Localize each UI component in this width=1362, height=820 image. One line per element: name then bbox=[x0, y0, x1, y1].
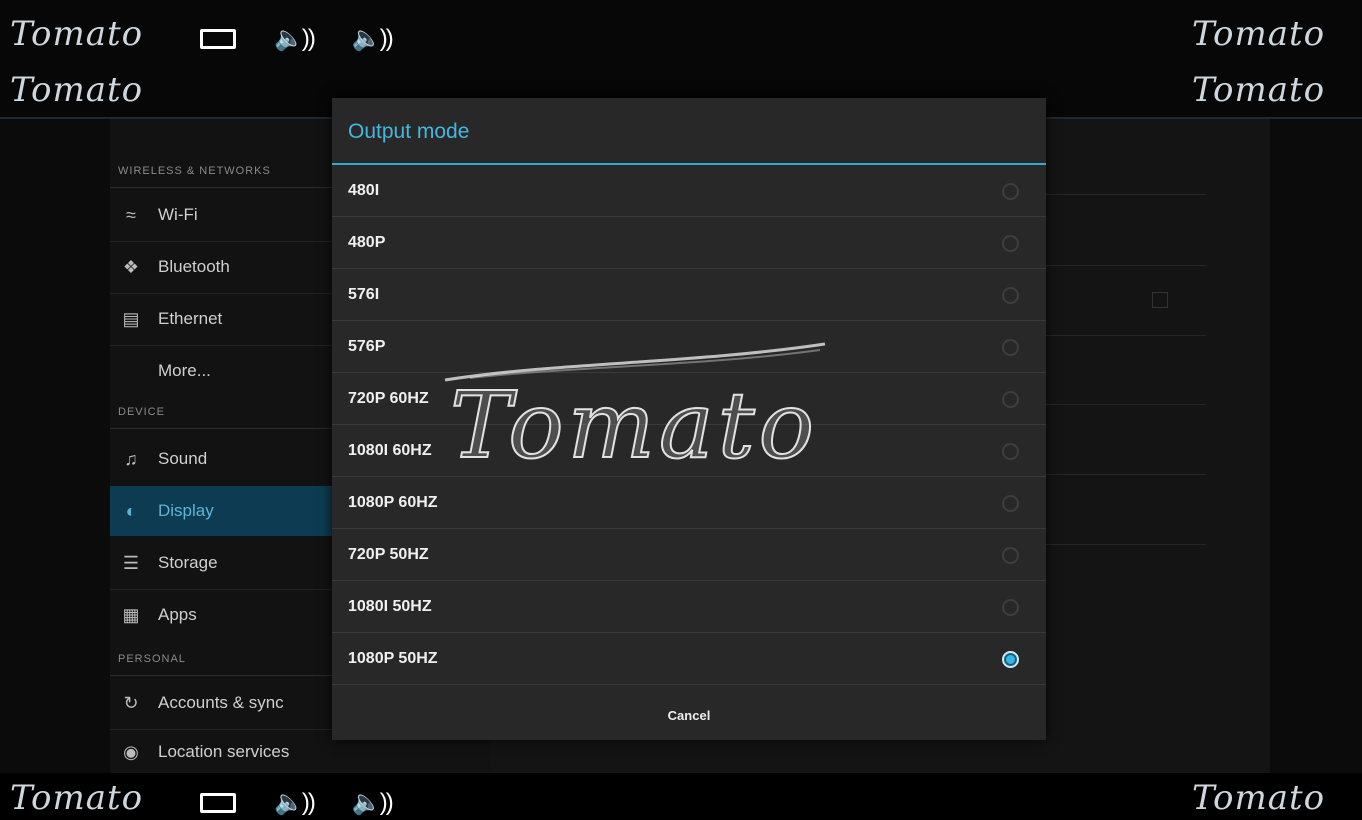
detail-divider bbox=[1046, 544, 1206, 545]
radio-button[interactable] bbox=[1002, 183, 1019, 200]
location-icon: ◉ bbox=[123, 741, 139, 762]
sidebar-item-label: Apps bbox=[158, 605, 197, 624]
detail-divider bbox=[1046, 194, 1206, 195]
option-label: 576I bbox=[348, 286, 380, 303]
watermark-top-right-2: Tomato bbox=[1192, 70, 1326, 110]
option-480p[interactable]: 480P bbox=[332, 217, 1046, 269]
option-720p-60hz[interactable]: 720P 60HZ bbox=[332, 373, 1046, 425]
apps-icon: ▦ bbox=[122, 604, 140, 625]
radio-button[interactable] bbox=[1002, 235, 1019, 252]
volume-down-icon[interactable]: 🔈)) bbox=[274, 24, 316, 53]
option-label: 480I bbox=[348, 182, 380, 199]
radio-button-selected[interactable] bbox=[1002, 651, 1019, 668]
sidebar-item-label: Bluetooth bbox=[158, 257, 230, 276]
radio-button[interactable] bbox=[1002, 391, 1019, 408]
radio-button[interactable] bbox=[1002, 287, 1019, 304]
volume-down-icon[interactable]: 🔈)) bbox=[274, 788, 316, 817]
watermark-bottom-right: Tomato bbox=[1192, 778, 1326, 818]
detail-divider bbox=[1046, 335, 1206, 336]
output-mode-dialog: Output mode 480I 480P 576I 576P 720P 60H… bbox=[332, 98, 1046, 740]
sidebar-item-label: Ethernet bbox=[158, 309, 223, 328]
radio-button[interactable] bbox=[1002, 443, 1019, 460]
option-label: 576P bbox=[348, 338, 386, 355]
option-label: 480P bbox=[348, 234, 386, 251]
recent-apps-icon[interactable] bbox=[200, 28, 236, 49]
option-label: 1080I 60HZ bbox=[348, 442, 432, 459]
cancel-button[interactable]: Cancel bbox=[332, 690, 1046, 740]
section-header-wireless: WIRELESS & NETWORKS bbox=[118, 165, 271, 177]
radio-button[interactable] bbox=[1002, 547, 1019, 564]
bluetooth-icon: ❖ bbox=[122, 256, 140, 277]
option-1080p-60hz[interactable]: 1080P 60HZ bbox=[332, 477, 1046, 529]
bottom-nav-icons: 🔈)) 🔈)) bbox=[200, 788, 394, 817]
sidebar-item-label: Display bbox=[158, 501, 214, 520]
sidebar-item-label: Storage bbox=[158, 553, 218, 572]
radio-button[interactable] bbox=[1002, 339, 1019, 356]
option-label: 1080P 60HZ bbox=[348, 494, 438, 511]
watermark-top-left-2: Tomato bbox=[10, 70, 144, 110]
storage-icon: ☰ bbox=[122, 552, 140, 573]
sidebar-item-label: Accounts & sync bbox=[158, 693, 284, 712]
sidebar-item-label: More... bbox=[158, 361, 211, 380]
sidebar-item-label: Location services bbox=[158, 742, 290, 761]
option-label: 720P 50HZ bbox=[348, 546, 429, 563]
option-720p-50hz[interactable]: 720P 50HZ bbox=[332, 529, 1046, 581]
radio-button[interactable] bbox=[1002, 495, 1019, 512]
watermark-top-right: Tomato bbox=[1192, 14, 1326, 54]
option-1080p-50hz[interactable]: 1080P 50HZ bbox=[332, 633, 1046, 685]
wifi-icon: ≈ bbox=[126, 204, 136, 225]
option-label: 720P 60HZ bbox=[348, 390, 429, 407]
option-1080i-60hz[interactable]: 1080I 60HZ bbox=[332, 425, 1046, 477]
volume-up-icon[interactable]: 🔈)) bbox=[352, 24, 394, 53]
option-576p[interactable]: 576P bbox=[332, 321, 1046, 373]
top-status-icons: 🔈)) 🔈)) bbox=[200, 24, 394, 53]
detail-divider bbox=[1046, 474, 1206, 475]
option-label: 1080P 50HZ bbox=[348, 650, 438, 667]
detail-divider bbox=[1046, 404, 1206, 405]
dialog-title: Output mode bbox=[348, 120, 470, 143]
radio-button[interactable] bbox=[1002, 599, 1019, 616]
watermark-top-left: Tomato bbox=[10, 14, 144, 54]
option-label: 1080I 50HZ bbox=[348, 598, 432, 615]
sync-icon: ↻ bbox=[123, 692, 139, 713]
option-1080i-50hz[interactable]: 1080I 50HZ bbox=[332, 581, 1046, 633]
sound-icon: ♫ bbox=[124, 448, 138, 469]
option-576i[interactable]: 576I bbox=[332, 269, 1046, 321]
display-icon: ◐ bbox=[125, 500, 137, 521]
watermark-bottom-left: Tomato bbox=[10, 778, 144, 818]
detail-checkbox[interactable] bbox=[1152, 292, 1168, 308]
volume-up-icon[interactable]: 🔈)) bbox=[352, 788, 394, 817]
section-header-personal: PERSONAL bbox=[118, 653, 186, 665]
sidebar-item-label: Wi-Fi bbox=[158, 205, 198, 224]
section-header-device: DEVICE bbox=[118, 406, 165, 418]
option-divider bbox=[332, 684, 1046, 685]
recent-apps-icon[interactable] bbox=[200, 792, 236, 813]
sidebar-item-label: Sound bbox=[158, 449, 208, 468]
detail-divider bbox=[1046, 265, 1206, 266]
option-480i[interactable]: 480I bbox=[332, 165, 1046, 217]
ethernet-icon: ▤ bbox=[122, 308, 140, 329]
